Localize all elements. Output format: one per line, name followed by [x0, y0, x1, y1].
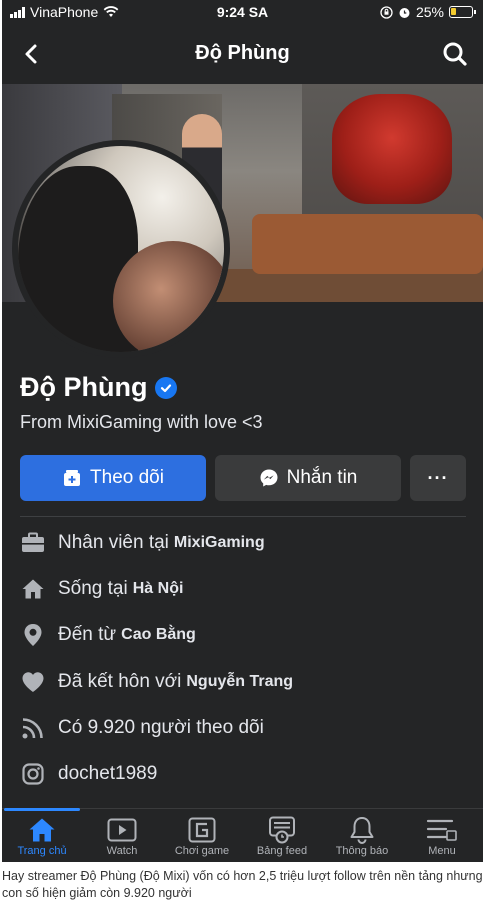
bell-icon	[322, 815, 402, 845]
tab-watch[interactable]: Watch	[82, 809, 162, 862]
heart-icon	[20, 669, 46, 695]
info-row-work[interactable]: Nhân viên tại MixiGaming	[20, 528, 466, 558]
play-icon	[82, 815, 162, 845]
info-instagram-handle: dochet1989	[58, 763, 158, 784]
info-married-value: Nguyễn Trang	[186, 673, 294, 690]
tab-menu[interactable]: Menu	[402, 809, 482, 862]
more-options-button[interactable]: ···	[410, 455, 466, 501]
profile-name-row: Độ Phùng	[20, 372, 178, 403]
phone-screen: VinaPhone 9:24 SA 25% Độ Phùng Độ Phùng …	[2, 0, 483, 862]
alarm-icon	[399, 7, 410, 18]
avatar[interactable]	[12, 140, 230, 358]
avatar-photo	[18, 146, 224, 352]
info-work-value: MixiGaming	[173, 534, 265, 551]
rss-icon	[20, 715, 46, 741]
tab-gaming[interactable]: Chơi game	[162, 809, 242, 862]
home-icon	[20, 576, 46, 602]
feed-icon	[242, 815, 322, 845]
top-nav-bar: Độ Phùng	[2, 24, 483, 84]
info-lives-value: Hà Nội	[132, 580, 184, 597]
image-caption: Hay streamer Độ Phùng (Độ Mixi) vốn có h…	[2, 869, 483, 900]
page-title: Độ Phùng	[195, 42, 290, 64]
info-row-lives[interactable]: Sống tại Hà Nội	[20, 574, 466, 604]
info-row-followers[interactable]: Có 9.920 người theo dõi	[20, 713, 466, 743]
info-married-prefix: Đã kết hôn với	[58, 671, 182, 692]
tab-feed[interactable]: Bảng feed	[242, 809, 322, 862]
tab-feed-label: Bảng feed	[256, 845, 308, 857]
info-lives-prefix: Sống tại	[58, 578, 128, 599]
verified-badge-icon	[155, 376, 178, 399]
more-icon: ···	[427, 467, 449, 488]
tab-notifications-label: Thông báo	[335, 845, 389, 857]
info-work-prefix: Nhân viên tại	[58, 532, 169, 553]
divider	[20, 516, 466, 517]
avatar-figure-right	[113, 241, 224, 352]
cover-robot-figure	[332, 94, 452, 204]
message-button[interactable]: Nhắn tin	[215, 455, 401, 501]
messenger-icon	[260, 469, 278, 487]
briefcase-icon	[20, 530, 46, 556]
info-from-prefix: Đến từ	[58, 624, 117, 645]
tab-watch-label: Watch	[106, 845, 138, 857]
profile-bio: From MixiGaming with love <3	[20, 412, 263, 432]
tab-home-label: Trang chủ	[17, 845, 67, 857]
status-right: 25%	[380, 4, 476, 20]
instagram-icon	[20, 761, 46, 787]
bottom-tab-bar: Trang chủ Watch Chơi game Bảng feed Thôn…	[2, 808, 483, 862]
info-row-instagram[interactable]: dochet1989	[20, 759, 466, 789]
orientation-lock-icon	[380, 5, 393, 19]
tab-menu-label: Menu	[428, 845, 456, 857]
message-button-label: Nhắn tin	[286, 467, 358, 488]
battery-percent: 25%	[415, 4, 444, 20]
search-icon[interactable]	[441, 40, 469, 68]
status-bar: VinaPhone 9:24 SA 25%	[2, 0, 483, 24]
home-icon	[2, 815, 82, 845]
info-row-from[interactable]: Đến từ Cao Bằng	[20, 620, 466, 650]
battery-icon	[449, 6, 476, 18]
menu-icon	[402, 815, 482, 845]
info-row-married[interactable]: Đã kết hôn với Nguyễn Trang	[20, 667, 466, 697]
tab-gaming-label: Chơi game	[174, 845, 230, 857]
location-pin-icon	[20, 622, 46, 648]
tab-home[interactable]: Trang chủ	[2, 808, 82, 862]
tab-notifications[interactable]: Thông báo	[322, 809, 402, 862]
follow-button[interactable]: Theo dõi	[20, 455, 206, 501]
profile-name: Độ Phùng	[20, 372, 148, 402]
cover-sofa	[252, 214, 483, 274]
follow-plus-icon	[64, 470, 81, 486]
follow-button-label: Theo dõi	[90, 467, 164, 488]
info-followers-text: Có 9.920 người theo dõi	[58, 717, 264, 738]
gaming-icon	[162, 815, 242, 845]
info-from-value: Cao Bằng	[121, 626, 196, 643]
